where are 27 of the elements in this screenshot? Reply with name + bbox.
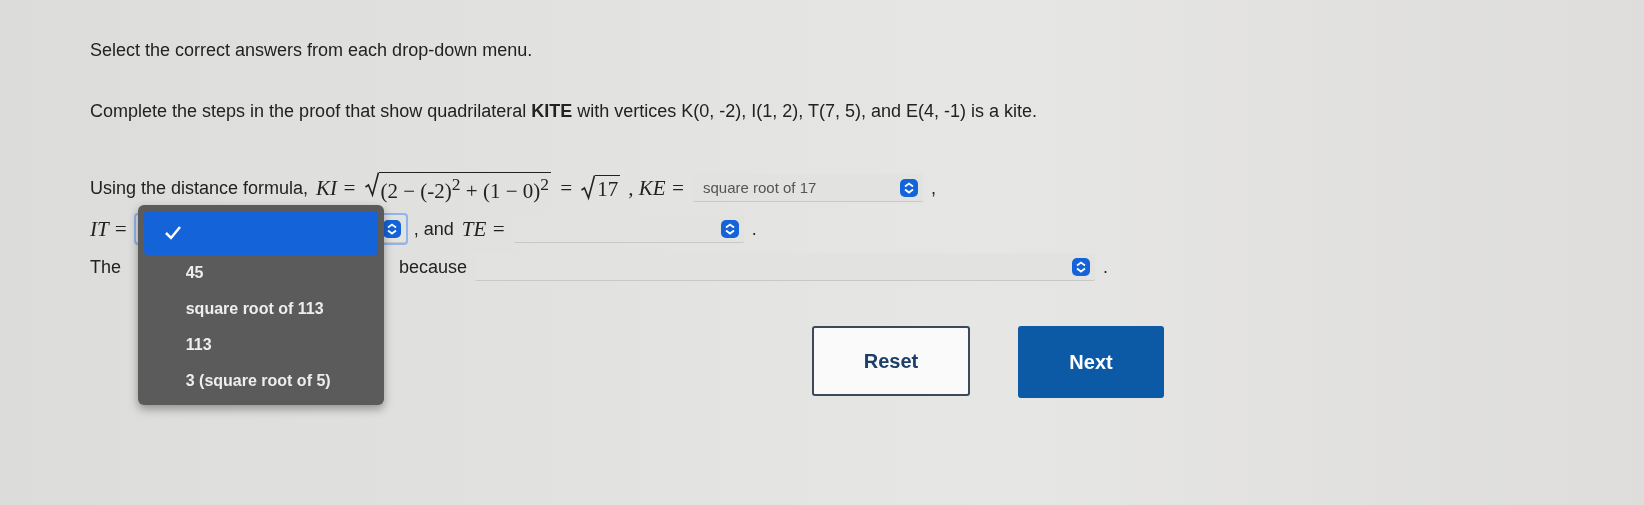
text: because: [399, 256, 468, 278]
math-text: KI =: [316, 175, 357, 201]
math-text: , KE =: [628, 175, 685, 201]
instruction-text: Select the correct answers from each drop-down menu.: [90, 40, 534, 61]
text: , and: [413, 218, 454, 240]
text: ,: [931, 177, 936, 199]
reset-button[interactable]: Reset: [812, 326, 970, 396]
checkmark-icon: [163, 225, 182, 241]
menu-option[interactable]: [143, 211, 378, 255]
text: .: [751, 218, 757, 240]
text: .: [1103, 256, 1109, 278]
menu-option[interactable]: square root of 113: [143, 291, 378, 327]
radical-sign-icon: [364, 172, 379, 198]
math-text: IT =: [90, 216, 128, 242]
text: The: [90, 256, 122, 278]
math-text: 17: [595, 174, 621, 202]
math-text: TE =: [461, 216, 506, 242]
math-text: (2 − (-2)$^{2}$ + (1 − 0)$^{2}$: [378, 172, 552, 204]
next-button[interactable]: Next: [1018, 326, 1164, 398]
math-text: =: [559, 175, 574, 201]
text: Using the distance formula,: [90, 177, 309, 199]
prompt-text: Complete the steps in the proof that show quadrilateral KITE with vertices K(0, -2), I(1, 2), T(7, 5), and E(4, -1) is a kite.: [90, 101, 1039, 122]
dropdown[interactable]: square root of 17: [693, 174, 923, 202]
menu-option[interactable]: 3 (square root of 5): [143, 363, 378, 399]
menu-option[interactable]: 113: [143, 327, 378, 363]
menu-option[interactable]: 45: [143, 255, 378, 291]
radical-sign-icon: [581, 174, 596, 201]
